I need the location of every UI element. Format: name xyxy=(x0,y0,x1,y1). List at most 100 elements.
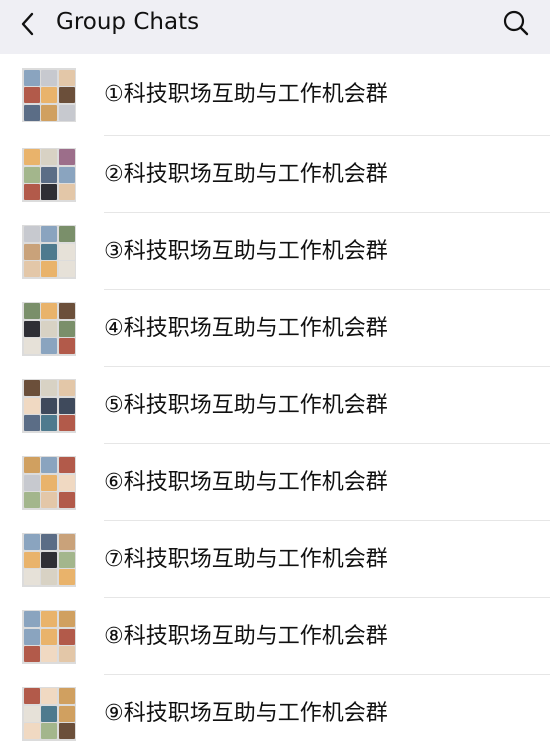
member-thumbnail xyxy=(41,149,57,165)
member-thumbnail xyxy=(41,551,57,568)
member-thumbnail xyxy=(58,184,75,200)
member-thumbnail xyxy=(23,184,40,200)
group-avatar xyxy=(22,301,76,356)
group-avatar xyxy=(22,224,76,279)
group-avatar xyxy=(22,455,76,510)
group-chat-row[interactable]: ⑦科技职场互助与工作机会群 xyxy=(0,521,550,598)
member-thumbnail xyxy=(58,569,75,585)
member-thumbnail xyxy=(41,226,57,242)
group-name: ⑥科技职场互助与工作机会群 xyxy=(104,469,388,495)
member-thumbnail xyxy=(23,569,40,585)
member-thumbnail xyxy=(41,87,57,103)
member-thumbnail xyxy=(41,723,57,739)
member-thumbnail xyxy=(23,551,40,568)
member-thumbnail xyxy=(23,243,40,260)
member-thumbnail xyxy=(23,723,40,739)
group-avatar xyxy=(22,68,76,122)
group-name: ④科技职场互助与工作机会群 xyxy=(104,315,388,341)
group-chat-row[interactable]: ⑧科技职场互助与工作机会群 xyxy=(0,598,550,675)
member-thumbnail xyxy=(58,397,75,414)
member-thumbnail xyxy=(58,320,75,337)
member-thumbnail xyxy=(23,166,40,183)
member-thumbnail xyxy=(41,69,57,86)
member-thumbnail xyxy=(41,705,57,722)
member-thumbnail xyxy=(41,569,57,585)
group-avatar xyxy=(22,686,76,741)
member-thumbnail xyxy=(41,415,57,431)
group-name: ⑨科技职场互助与工作机会群 xyxy=(104,700,388,726)
member-thumbnail xyxy=(41,628,57,645)
group-chat-row[interactable]: ②科技职场互助与工作机会群 xyxy=(0,136,550,213)
member-thumbnail xyxy=(23,303,40,319)
member-thumbnail xyxy=(58,226,75,242)
member-thumbnail xyxy=(58,551,75,568)
member-thumbnail xyxy=(58,69,75,86)
member-thumbnail xyxy=(41,261,57,277)
member-thumbnail xyxy=(23,646,40,662)
group-avatar xyxy=(22,609,76,664)
member-thumbnail xyxy=(41,534,57,550)
member-thumbnail xyxy=(41,688,57,704)
member-thumbnail xyxy=(23,474,40,491)
member-thumbnail xyxy=(58,457,75,473)
member-thumbnail xyxy=(41,166,57,183)
member-thumbnail xyxy=(58,243,75,260)
group-name: ③科技职场互助与工作机会群 xyxy=(104,238,388,264)
member-thumbnail xyxy=(58,149,75,165)
member-thumbnail xyxy=(23,705,40,722)
member-thumbnail xyxy=(41,243,57,260)
group-chat-row[interactable]: ③科技职场互助与工作机会群 xyxy=(0,213,550,290)
member-thumbnail xyxy=(23,492,40,508)
member-thumbnail xyxy=(58,104,75,121)
member-thumbnail xyxy=(41,397,57,414)
member-thumbnail xyxy=(23,611,40,627)
member-thumbnail xyxy=(23,338,40,354)
member-thumbnail xyxy=(23,149,40,165)
member-thumbnail xyxy=(23,261,40,277)
member-thumbnail xyxy=(58,492,75,508)
member-thumbnail xyxy=(23,628,40,645)
group-chat-list: ①科技职场互助与工作机会群 ②科技职场互助与工作机会群 ③科技职场互助与工作机会… xyxy=(0,54,550,752)
member-thumbnail xyxy=(41,104,57,121)
back-button[interactable] xyxy=(10,6,46,42)
group-name: ⑤科技职场互助与工作机会群 xyxy=(104,392,388,418)
group-chat-row[interactable]: ⑤科技职场互助与工作机会群 xyxy=(0,367,550,444)
member-thumbnail xyxy=(58,380,75,396)
member-thumbnail xyxy=(58,705,75,722)
group-name: ①科技职场互助与工作机会群 xyxy=(104,82,388,107)
member-thumbnail xyxy=(58,474,75,491)
member-thumbnail xyxy=(41,611,57,627)
member-thumbnail xyxy=(23,534,40,550)
page-title: Group Chats xyxy=(56,9,200,35)
group-avatar xyxy=(22,147,76,202)
group-chat-row[interactable]: ①科技职场互助与工作机会群 xyxy=(0,54,550,136)
member-thumbnail xyxy=(23,104,40,121)
member-thumbnail xyxy=(58,611,75,627)
group-chat-row[interactable]: ⑨科技职场互助与工作机会群 xyxy=(0,675,550,752)
member-thumbnail xyxy=(23,380,40,396)
member-thumbnail xyxy=(58,261,75,277)
member-thumbnail xyxy=(41,380,57,396)
member-thumbnail xyxy=(58,87,75,103)
group-chat-row[interactable]: ⑥科技职场互助与工作机会群 xyxy=(0,444,550,521)
member-thumbnail xyxy=(58,646,75,662)
member-thumbnail xyxy=(58,534,75,550)
member-thumbnail xyxy=(58,415,75,431)
search-button[interactable] xyxy=(498,5,534,41)
member-thumbnail xyxy=(58,338,75,354)
member-thumbnail xyxy=(41,492,57,508)
member-thumbnail xyxy=(58,628,75,645)
member-thumbnail xyxy=(41,320,57,337)
group-chat-row[interactable]: ④科技职场互助与工作机会群 xyxy=(0,290,550,367)
group-avatar xyxy=(22,378,76,433)
member-thumbnail xyxy=(58,723,75,739)
member-thumbnail xyxy=(58,688,75,704)
member-thumbnail xyxy=(41,184,57,200)
member-thumbnail xyxy=(41,457,57,473)
group-name: ⑧科技职场互助与工作机会群 xyxy=(104,623,388,649)
member-thumbnail xyxy=(41,646,57,662)
group-name: ⑦科技职场互助与工作机会群 xyxy=(104,546,388,572)
member-thumbnail xyxy=(41,474,57,491)
member-thumbnail xyxy=(23,69,40,86)
member-thumbnail xyxy=(23,457,40,473)
